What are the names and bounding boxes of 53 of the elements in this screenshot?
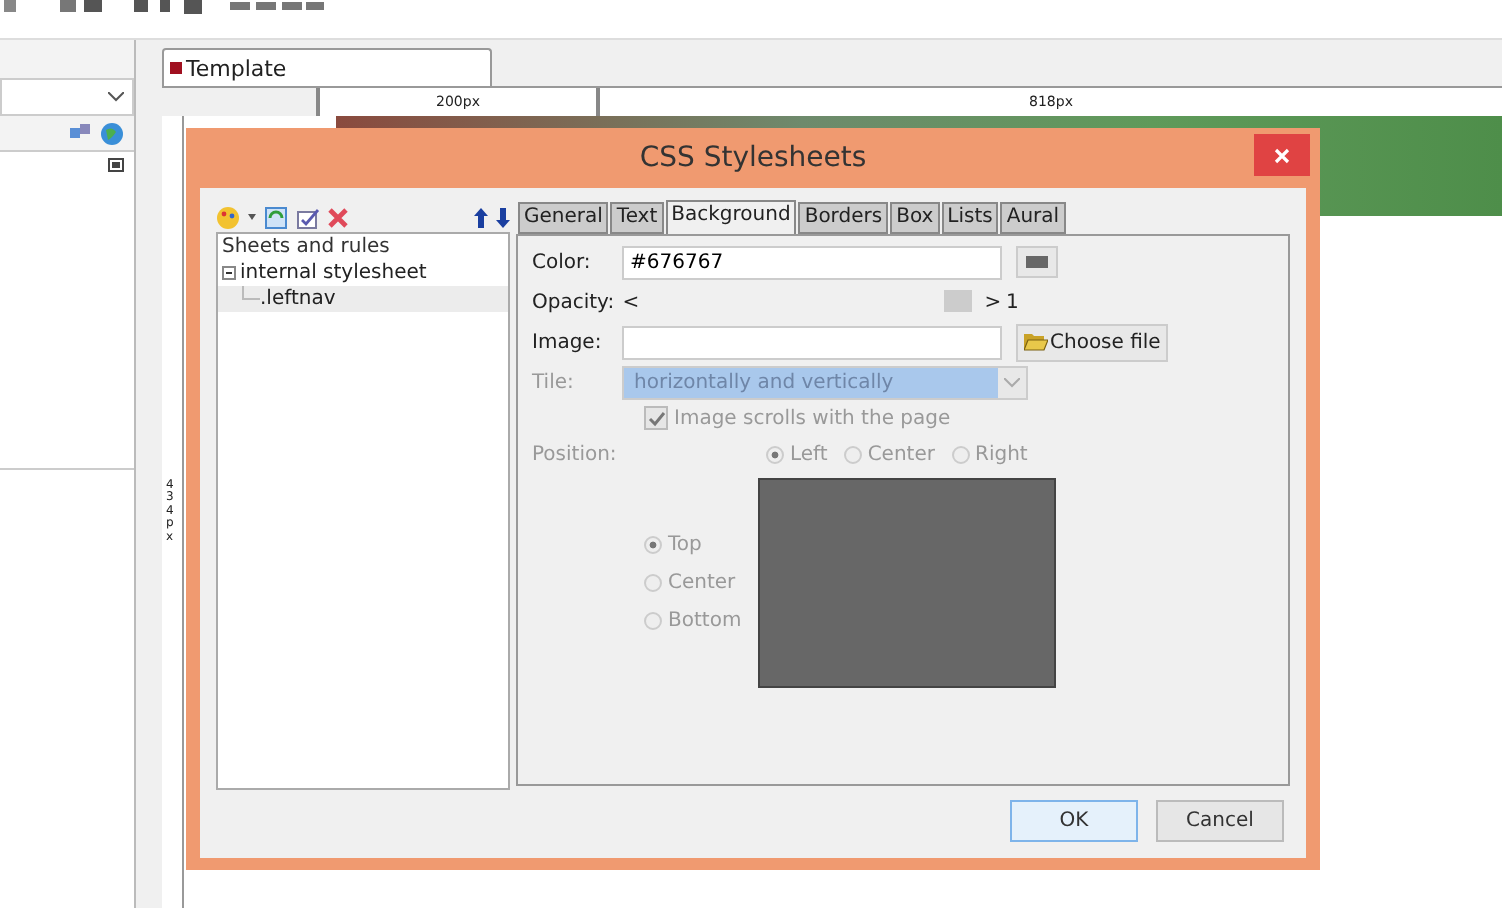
folder-icon: [1024, 332, 1048, 352]
tab[interactable]: Lists: [941, 202, 999, 234]
tree-row[interactable]: .leftnav: [218, 286, 508, 312]
globe-icon[interactable]: [100, 121, 124, 145]
tab[interactable]: General: [518, 202, 609, 234]
field-label: Color:: [532, 251, 593, 273]
radio-label: Right: [975, 443, 1028, 465]
close-icon: [1274, 147, 1290, 163]
field-label: Opacity:: [532, 291, 617, 313]
slider-thumb[interactable]: [944, 290, 972, 312]
edit-check-icon[interactable]: [296, 205, 320, 229]
tab[interactable]: Aural: [1000, 202, 1066, 234]
field-label: Image:: [532, 331, 604, 353]
radio-label: Left: [790, 443, 828, 465]
color-field[interactable]: #676767: [622, 245, 1002, 279]
choose-file-button[interactable]: Choose file: [1016, 323, 1169, 361]
caret-icon: [108, 92, 124, 102]
document-icon: [170, 62, 182, 74]
image-field[interactable]: [622, 325, 1002, 359]
dialog-title: CSS Stylesheets: [639, 142, 867, 174]
tree-item-label: internal stylesheet: [240, 262, 427, 284]
palette-icon[interactable]: [216, 205, 240, 229]
tab[interactable]: Borders: [798, 202, 889, 234]
tree-item-label: .leftnav: [260, 288, 336, 310]
tab[interactable]: Text: [610, 202, 664, 234]
dialog-button[interactable]: OK: [1010, 800, 1138, 842]
checkbox-label: Image scrolls with the page: [674, 407, 951, 429]
caret-icon: [1004, 377, 1020, 387]
color-picker-button[interactable]: [1016, 246, 1058, 278]
radio-label: Center: [668, 572, 736, 594]
delete-icon[interactable]: [328, 207, 348, 227]
radio-label: Top: [668, 534, 702, 556]
field-label: Position:: [532, 443, 619, 465]
close-button[interactable]: [1254, 134, 1310, 176]
dialog-button[interactable]: Cancel: [1156, 800, 1284, 842]
document-tab[interactable]: Template: [162, 48, 492, 86]
slider-right-arrow[interactable]: >: [984, 291, 1002, 313]
tab[interactable]: Background: [665, 200, 797, 234]
radio-label: Center: [867, 443, 935, 465]
opacity-value: 1: [1006, 291, 1019, 313]
collapse-icon[interactable]: [222, 266, 236, 280]
up-arrow-icon[interactable]: [474, 207, 488, 227]
caret-icon[interactable]: [248, 214, 256, 220]
tab[interactable]: Box: [890, 202, 940, 234]
field-label: Tile:: [532, 371, 576, 393]
color-swatch: [1026, 256, 1048, 268]
slider-left-arrow[interactable]: <: [622, 291, 640, 313]
radio-label: Bottom: [668, 610, 742, 632]
pin-icon[interactable]: [108, 158, 124, 172]
down-arrow-icon[interactable]: [496, 207, 510, 227]
refresh-icon[interactable]: [264, 205, 288, 229]
tree-header: Sheets and rules: [220, 234, 392, 260]
formatting-toolbar-icons[interactable]: [4, 0, 324, 16]
